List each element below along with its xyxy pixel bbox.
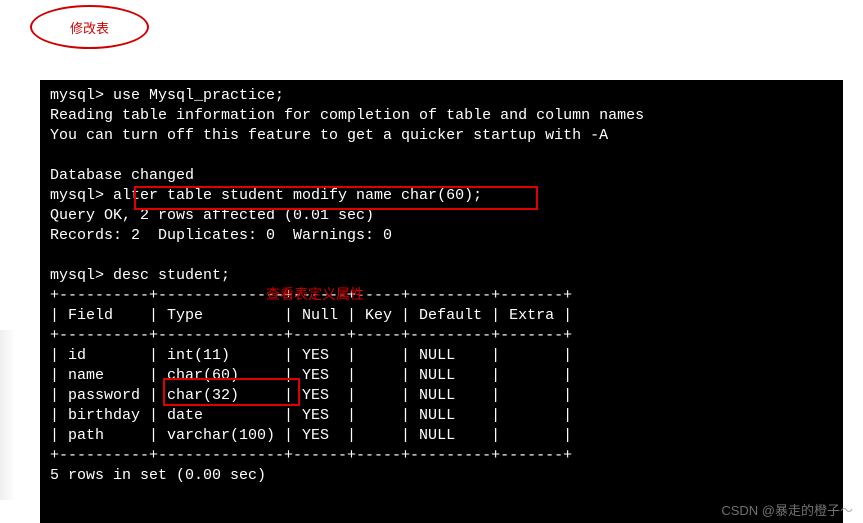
watermark-text: CSDN @暴走的橙子～ xyxy=(721,500,853,519)
terminal-window[interactable]: mysql> use Mysql_practice; Reading table… xyxy=(40,80,843,523)
annotation-ellipse-label: 修改表 xyxy=(70,18,109,37)
annotation-ellipse: 修改表 xyxy=(30,5,149,49)
scroll-shadow xyxy=(0,330,15,500)
annotation-inline-note: 查看表定义属性 xyxy=(266,284,364,304)
